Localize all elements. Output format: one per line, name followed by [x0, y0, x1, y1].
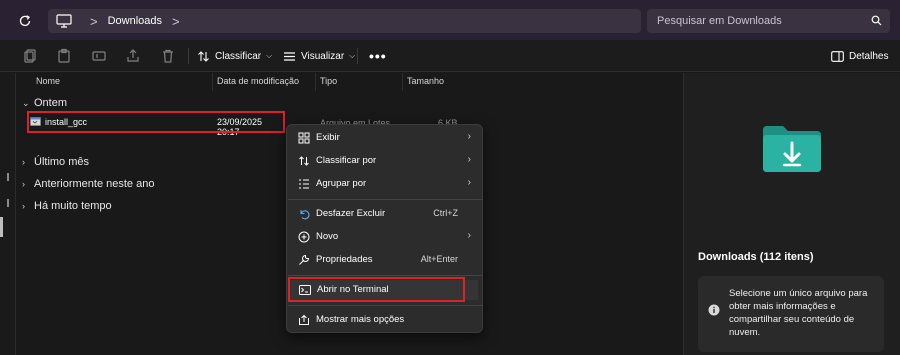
group-label: Há muito tempo — [34, 200, 112, 212]
breadcrumb-separator[interactable]: > — [90, 14, 98, 29]
chevron-right-icon: › — [467, 131, 471, 142]
refresh-icon — [19, 15, 31, 27]
chevron-right-icon: › — [22, 157, 25, 167]
group-label: Ontem — [34, 97, 68, 109]
menu-item-label: Novo — [316, 231, 339, 242]
download-folder-icon — [763, 126, 821, 172]
group-list-icon — [297, 177, 311, 191]
grid-icon — [297, 131, 311, 145]
menu-item-label: Agrupar por — [316, 178, 367, 189]
sort-icon — [297, 154, 311, 168]
group-label: Anteriormente neste ano — [34, 178, 155, 190]
details-title: Downloads (112 itens) — [698, 251, 814, 263]
chevron-down-icon: ⌵ — [266, 51, 273, 60]
menu-item-shortcut: Ctrl+Z — [433, 208, 458, 218]
copy-icon[interactable] — [22, 48, 38, 64]
menu-separator — [288, 199, 483, 200]
menu-item-label: Exibir — [316, 132, 340, 143]
chevron-right-icon: › — [22, 201, 25, 211]
menu-item-mostrar-mais-opcoes[interactable]: Mostrar mais opções — [287, 310, 482, 330]
refresh-button[interactable] — [14, 10, 36, 32]
menu-item-label: Mostrar mais opções — [316, 314, 405, 325]
more-options-button[interactable]: ••• — [369, 48, 387, 64]
highlight-box-file — [27, 111, 285, 133]
details-button[interactable]: Detalhes — [831, 47, 888, 65]
menu-item-classificar-por[interactable]: Classificar por › — [287, 151, 482, 171]
delete-icon[interactable] — [160, 48, 176, 64]
menu-item-exibir[interactable]: Exibir › — [287, 128, 482, 148]
chevron-right-icon: › — [467, 154, 471, 165]
breadcrumb-downloads[interactable]: Downloads — [108, 15, 162, 27]
sort-button[interactable]: Classificar ⌵ — [197, 47, 272, 65]
nav-indicator — [7, 199, 9, 207]
plus-circle-icon — [297, 230, 311, 244]
menu-item-label: Propriedades — [316, 254, 373, 265]
highlight-box-terminal — [288, 277, 465, 302]
details-info-card: Selecione um único arquivo para obter ma… — [698, 276, 884, 352]
sort-icon — [198, 50, 209, 62]
group-header-ha-muito-tempo[interactable]: › Há muito tempo — [22, 200, 112, 212]
info-icon — [708, 304, 720, 316]
details-info-text: Selecione um único arquivo para obter ma… — [729, 288, 868, 338]
column-header-type[interactable]: Tipo — [316, 73, 403, 91]
column-headers: Nome Data de modificação Tipo Tamanho — [17, 73, 682, 91]
column-header-date[interactable]: Data de modificação — [213, 73, 316, 91]
chevron-right-icon: › — [467, 177, 471, 188]
menu-item-propriedades[interactable]: Propriedades Alt+Enter — [287, 250, 482, 270]
details-pane: Downloads (112 itens) Selecione um único… — [683, 73, 900, 355]
view-button[interactable]: Visualizar ⌵ — [283, 47, 355, 65]
monitor-icon — [56, 14, 72, 28]
details-label: Detalhes — [849, 50, 889, 62]
address-bar[interactable]: > Downloads > — [48, 9, 641, 33]
share-more-icon — [297, 313, 311, 327]
breadcrumb-separator-end[interactable]: > — [172, 14, 180, 29]
sort-label: Classificar — [215, 50, 262, 62]
menu-item-label: Desfazer Excluir — [316, 208, 386, 219]
menu-item-label: Classificar por — [316, 155, 377, 166]
share-icon[interactable] — [125, 48, 141, 64]
nav-indicator — [7, 173, 9, 181]
command-toolbar: Classificar ⌵ Visualizar ⌵ ••• Detalhes — [0, 40, 900, 72]
chevron-right-icon: › — [22, 179, 25, 189]
group-label: Último mês — [34, 156, 90, 168]
rename-icon[interactable] — [91, 48, 107, 64]
title-bar: > Downloads > — [0, 0, 900, 40]
view-label: Visualizar — [301, 50, 345, 62]
menu-separator — [288, 305, 483, 306]
chevron-right-icon: › — [467, 230, 471, 241]
details-pane-icon — [831, 50, 844, 62]
nav-scroll-thumb[interactable] — [0, 217, 3, 237]
group-header-ontem[interactable]: ⌄ Ontem — [22, 97, 67, 109]
search-box[interactable] — [647, 9, 890, 33]
toolbar-divider — [357, 48, 358, 64]
undo-icon — [297, 207, 311, 221]
paste-icon[interactable] — [56, 48, 72, 64]
toolbar-divider — [188, 48, 189, 64]
chevron-down-icon: ⌄ — [22, 97, 30, 108]
search-icon[interactable] — [871, 15, 882, 26]
menu-separator — [288, 275, 483, 276]
menu-item-shortcut: Alt+Enter — [420, 254, 458, 264]
wrench-icon — [297, 253, 311, 267]
view-list-icon — [284, 51, 295, 61]
menu-item-novo[interactable]: Novo › — [287, 227, 482, 247]
search-input[interactable] — [657, 15, 857, 27]
column-header-size[interactable]: Tamanho — [403, 73, 473, 91]
column-header-name[interactable]: Nome — [32, 73, 213, 91]
chevron-down-icon: ⌵ — [349, 51, 356, 60]
navigation-pane[interactable] — [0, 73, 16, 355]
menu-item-agrupar-por[interactable]: Agrupar por › — [287, 174, 482, 194]
group-header-ultimo-mes[interactable]: › Último mês — [22, 156, 89, 168]
menu-item-desfazer-excluir[interactable]: Desfazer Excluir Ctrl+Z — [287, 204, 482, 224]
group-header-anteriormente[interactable]: › Anteriormente neste ano — [22, 178, 154, 190]
